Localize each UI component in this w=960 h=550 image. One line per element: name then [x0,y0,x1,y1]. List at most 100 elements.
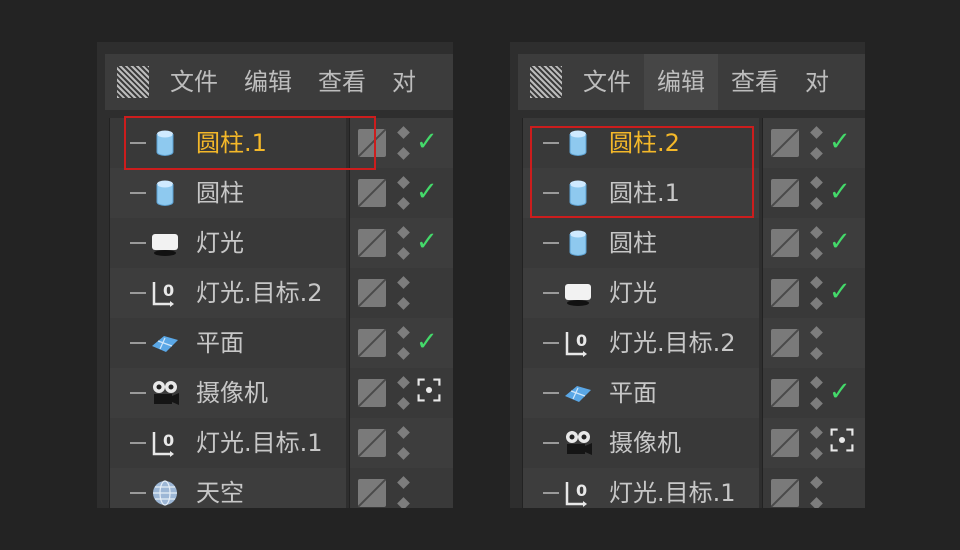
visibility-dots-icon[interactable] [809,276,823,310]
visibility-dots-icon[interactable] [809,426,823,460]
visibility-dots-icon[interactable] [396,176,410,210]
object-column-row [763,418,865,468]
object-row[interactable]: 圆柱.1 [110,118,346,168]
object-row[interactable]: 平面 [523,368,759,418]
object-column-row: ✓ [350,318,453,368]
grid-grip-icon[interactable] [530,66,562,98]
object-row[interactable]: 0 灯光.目标.1 [523,468,759,508]
target-tag-icon: 0 [563,328,593,358]
layer-icon[interactable] [771,229,799,257]
object-column-row: ✓ [763,218,865,268]
focus-target-icon[interactable] [829,427,859,457]
object-row[interactable]: 摄像机 [523,418,759,468]
layer-icon[interactable] [358,179,386,207]
object-tree: 圆柱.1 圆柱 灯光 0 灯光.目标.2 平面 摄像机 0 灯光.目标.1 天空 [109,118,346,508]
layer-icon[interactable] [358,129,386,157]
object-row[interactable]: 摄像机 [110,368,346,418]
visibility-dots-icon[interactable] [396,376,410,410]
visibility-dots-icon[interactable] [809,476,823,508]
object-row[interactable]: 圆柱.1 [523,168,759,218]
layer-icon[interactable] [771,429,799,457]
cylinder-icon [563,178,593,208]
object-name[interactable]: 圆柱 [609,218,657,268]
object-row[interactable]: 天空 [110,468,346,508]
object-name[interactable]: 摄像机 [196,368,268,418]
visibility-dots-icon[interactable] [809,226,823,260]
object-name[interactable]: 摄像机 [609,418,681,468]
check-icon[interactable]: ✓ [416,227,446,257]
object-row[interactable]: 平面 [110,318,346,368]
visibility-dots-icon[interactable] [396,226,410,260]
object-name[interactable]: 圆柱.1 [609,168,680,218]
cylinder-icon [150,128,180,158]
object-name[interactable]: 圆柱.1 [196,118,267,168]
object-name[interactable]: 灯光.目标.2 [609,318,736,368]
layer-icon[interactable] [771,279,799,307]
object-name[interactable]: 灯光.目标.1 [609,468,736,508]
check-icon[interactable]: ✓ [829,377,859,407]
object-column-row [350,268,453,318]
object-name[interactable]: 圆柱.2 [609,118,680,168]
object-row[interactable]: 圆柱.2 [523,118,759,168]
object-name[interactable]: 灯光 [609,268,657,318]
object-row[interactable]: 圆柱 [110,168,346,218]
grid-grip-icon[interactable] [117,66,149,98]
menu-object[interactable]: 对 [792,54,842,110]
check-icon[interactable]: ✓ [416,177,446,207]
light-icon [150,228,180,258]
object-name[interactable]: 平面 [196,318,244,368]
menu-view[interactable]: 查看 [305,54,379,110]
object-name[interactable]: 灯光.目标.2 [196,268,323,318]
object-name[interactable]: 天空 [196,468,244,508]
check-icon[interactable]: ✓ [829,227,859,257]
check-icon[interactable]: ✓ [416,327,446,357]
object-manager-panel-left: 文件 编辑 查看 对 圆柱.1 圆柱 灯光 0 灯光.目标.2 平面 摄像机 0 灯光.目标.1… [97,42,453,508]
layer-icon[interactable] [358,479,386,507]
layer-icon[interactable] [771,329,799,357]
object-row[interactable]: 灯光 [110,218,346,268]
visibility-dots-icon[interactable] [396,276,410,310]
visibility-dots-icon[interactable] [809,376,823,410]
visibility-dots-icon[interactable] [809,126,823,160]
menu-edit[interactable]: 编辑 [644,54,718,110]
object-name[interactable]: 灯光 [196,218,244,268]
menu-edit[interactable]: 编辑 [231,54,305,110]
layer-icon[interactable] [358,229,386,257]
layer-icon[interactable] [358,329,386,357]
layer-icon[interactable] [358,379,386,407]
check-icon[interactable]: ✓ [829,277,859,307]
object-column-row: ✓ [350,168,453,218]
object-row[interactable]: 灯光 [523,268,759,318]
object-row[interactable]: 0 灯光.目标.2 [523,318,759,368]
visibility-dots-icon[interactable] [396,126,410,160]
check-icon[interactable]: ✓ [416,127,446,157]
layer-icon[interactable] [771,379,799,407]
check-icon[interactable]: ✓ [829,177,859,207]
visibility-dots-icon[interactable] [396,426,410,460]
target-tag-icon: 0 [150,428,180,458]
menu-view[interactable]: 查看 [718,54,792,110]
object-tree: 圆柱.2 圆柱.1 圆柱 灯光 0 灯光.目标.2 平面 摄像机 0 灯光.目标.1 [522,118,759,508]
object-row[interactable]: 圆柱 [523,218,759,268]
layer-icon[interactable] [771,129,799,157]
object-row[interactable]: 0 灯光.目标.1 [110,418,346,468]
visibility-dots-icon[interactable] [396,326,410,360]
object-row[interactable]: 0 灯光.目标.2 [110,268,346,318]
menu-file[interactable]: 文件 [157,54,231,110]
object-name[interactable]: 灯光.目标.1 [196,418,323,468]
check-icon[interactable]: ✓ [829,127,859,157]
svg-text:0: 0 [163,281,174,300]
focus-target-icon[interactable] [416,377,446,407]
visibility-dots-icon[interactable] [809,176,823,210]
visibility-dots-icon[interactable] [396,476,410,508]
menu-object[interactable]: 对 [379,54,429,110]
layer-icon[interactable] [358,279,386,307]
layer-icon[interactable] [771,479,799,507]
object-name[interactable]: 平面 [609,368,657,418]
menu-file[interactable]: 文件 [570,54,644,110]
object-column-row: ✓ [350,218,453,268]
layer-icon[interactable] [771,179,799,207]
visibility-dots-icon[interactable] [809,326,823,360]
layer-icon[interactable] [358,429,386,457]
object-name[interactable]: 圆柱 [196,168,244,218]
